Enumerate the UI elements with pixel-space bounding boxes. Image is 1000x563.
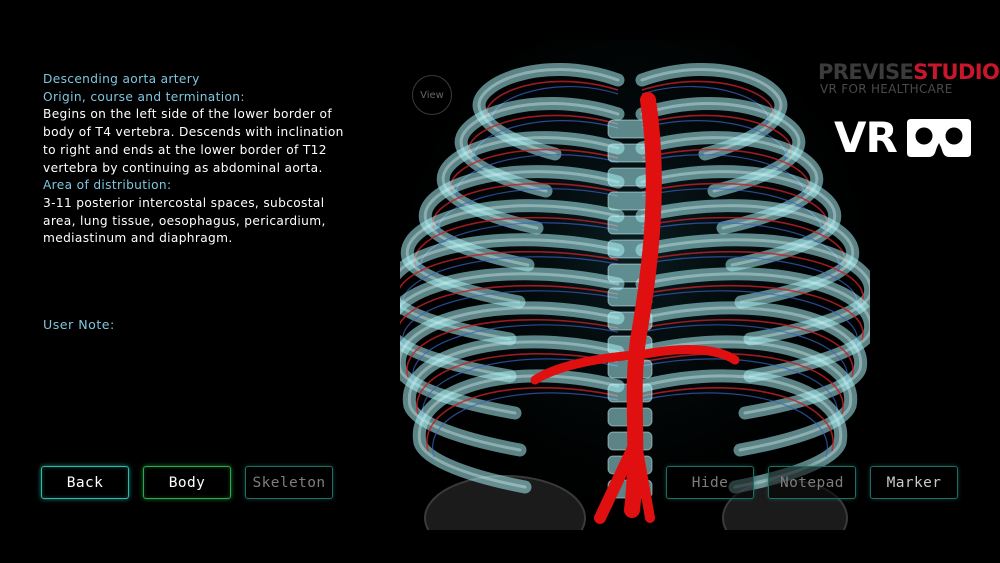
notepad-button[interactable]: Notepad	[768, 466, 856, 499]
hide-button[interactable]: Hide	[666, 466, 754, 499]
origin-line: body of T4 vertebra. Descends with incli…	[43, 125, 344, 140]
brand-name-part1: PREVISE	[818, 60, 914, 84]
viewport[interactable]: Descending aorta artery Origin, course a…	[0, 0, 1000, 563]
user-note-label: User Note:	[43, 317, 115, 332]
origin-line: to right and ends at the lower border of…	[43, 142, 327, 157]
back-button[interactable]: Back	[41, 466, 129, 499]
area-heading: Area of distribution:	[43, 178, 172, 193]
view-button[interactable]: View	[412, 75, 452, 115]
brand-name: PREVISESTUDIO	[818, 60, 1000, 84]
vr-headset-icon	[906, 119, 971, 157]
origin-line: Begins on the left side of the lower bor…	[43, 107, 332, 122]
origin-heading: Origin, course and termination:	[43, 89, 245, 104]
marker-button[interactable]: Marker	[870, 466, 958, 499]
brand-logo: PREVISESTUDIO VR FOR HEALTHCARE	[818, 60, 1000, 96]
skeleton-button[interactable]: Skeleton	[245, 466, 333, 499]
artery-title: Descending aorta artery	[43, 72, 200, 86]
vertebra	[607, 167, 653, 187]
origin-line: vertebra by continuing as abdominal aort…	[43, 160, 323, 175]
info-panel: Descending aorta artery Origin, course a…	[43, 71, 388, 248]
vr-mode-toggle[interactable]: VR	[834, 116, 973, 160]
area-line: area, lung tissue, oesophagus, pericardi…	[43, 213, 326, 228]
body-button[interactable]: Body	[143, 466, 231, 499]
anatomy-3d-model[interactable]	[400, 40, 870, 530]
brand-name-part2: STUDIO	[913, 60, 1000, 84]
vr-label: VR	[834, 113, 898, 162]
brand-tagline: VR FOR HEALTHCARE	[820, 82, 953, 96]
area-line: 3-11 posterior intercostal spaces, subco…	[43, 195, 325, 210]
area-line: mediastinum and diaphragm.	[43, 231, 233, 246]
